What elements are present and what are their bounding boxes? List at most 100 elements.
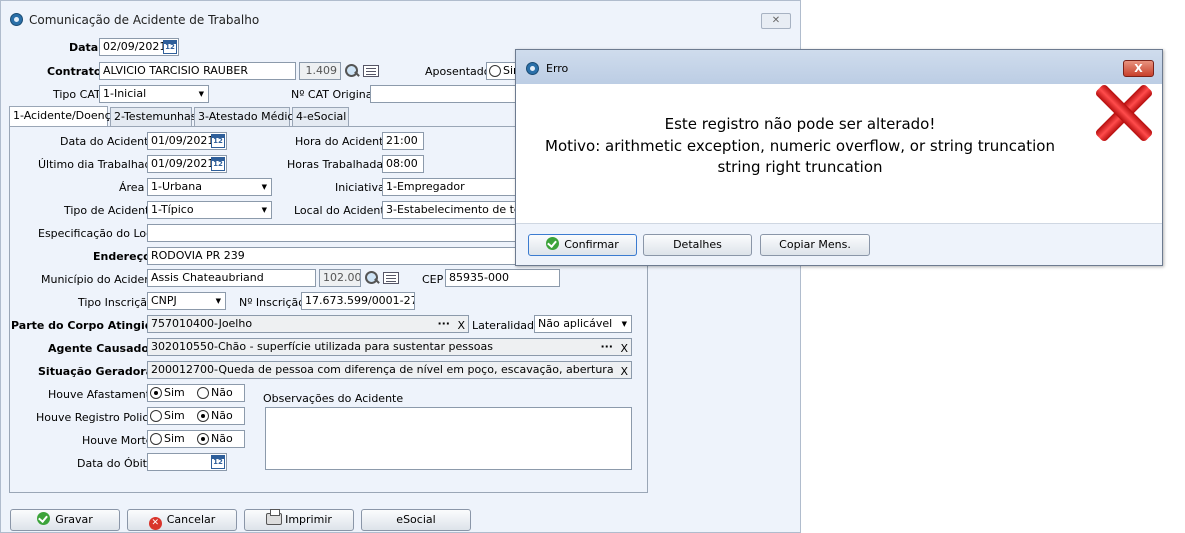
morte-sim-radio[interactable]: [150, 433, 162, 445]
obito-field[interactable]: 12: [147, 453, 227, 471]
area-select[interactable]: 1-Urbana: [147, 178, 272, 196]
tipo-inscricao-select[interactable]: CNPJ: [147, 292, 226, 310]
municipio-label: Município do Acidente: [41, 273, 163, 286]
clear-icon[interactable]: X: [620, 364, 628, 378]
ellipsis-icon[interactable]: ···: [437, 316, 450, 332]
data-acidente-field[interactable]: 01/09/2021 12: [147, 132, 227, 150]
registro-sim-radio[interactable]: [150, 410, 162, 422]
iniciativa-select[interactable]: 1-Empregador: [382, 178, 518, 196]
tipo-cat-label: Tipo CAT: [53, 88, 101, 101]
n-inscricao-field[interactable]: 17.673.599/0001-27: [301, 292, 415, 310]
observacoes-label: Observações do Acidente: [263, 392, 404, 405]
dialog-close-button[interactable]: X: [1123, 60, 1154, 77]
error-line-2: Motivo: arithmetic exception, numeric ov…: [545, 136, 1055, 155]
horas-trab-field[interactable]: 08:00: [382, 155, 424, 173]
registro-nao-radio[interactable]: [197, 410, 209, 422]
local-acidente-label: Local do Acidente: [294, 204, 392, 217]
calendar-icon[interactable]: 12: [211, 134, 225, 148]
municipio-lookup[interactable]: [363, 269, 399, 287]
endereco-field[interactable]: RODOVIA PR 239: [147, 247, 518, 265]
data-field[interactable]: 02/09/2021 12: [99, 38, 179, 56]
parte-corpo-field[interactable]: 757010400-Joelho ··· X: [147, 315, 469, 333]
hora-acidente-field[interactable]: 21:00: [382, 132, 424, 150]
tipo-cat-select[interactable]: 1-Inicial: [99, 85, 209, 103]
detalhes-button[interactable]: Detalhes: [643, 234, 752, 256]
horas-trab-label: Horas Trabalhadas: [287, 158, 389, 171]
contrato-label: Contrato: [47, 65, 102, 78]
cat-original-label: Nº CAT Original: [291, 88, 376, 101]
dialog-footer: Confirmar Detalhes Copiar Mens.: [516, 223, 1162, 265]
situacao-label: Situação Geradora: [38, 365, 154, 378]
cat-original-field[interactable]: [370, 85, 518, 103]
tab-atestado[interactable]: 3-Atestado Médico: [194, 107, 300, 127]
card-icon[interactable]: [383, 272, 399, 284]
registro-label: Houve Registro Policial: [36, 411, 162, 424]
search-icon[interactable]: [343, 62, 361, 80]
title-bar: Comunicação de Acidente de Trabalho ✕: [1, 1, 800, 37]
calendar-icon[interactable]: 12: [211, 157, 225, 171]
agente-field[interactable]: 302010550-Chão - superfície utilizada pa…: [147, 338, 632, 356]
municipio-field[interactable]: Assis Chateaubriand: [147, 269, 316, 287]
cep-field[interactable]: 85935-000: [445, 269, 560, 287]
ultimo-dia-field[interactable]: 01/09/2021 12: [147, 155, 227, 173]
afastamento-sim-radio[interactable]: [150, 387, 162, 399]
esocial-button[interactable]: eSocial: [361, 509, 471, 531]
gravar-button[interactable]: Gravar: [10, 509, 120, 531]
especificacao-label: Especificação do Local: [38, 227, 162, 240]
registro-radio[interactable]: Sim Não: [147, 407, 245, 425]
morte-label: Houve Morte: [82, 434, 153, 447]
afastamento-nao-radio[interactable]: [197, 387, 209, 399]
tipo-acidente-select[interactable]: 1-Típico: [147, 201, 272, 219]
tab-esocial[interactable]: 4-eSocial: [292, 107, 349, 127]
especificacao-field[interactable]: [147, 224, 518, 242]
aposentado-sim-radio[interactable]: [489, 65, 501, 77]
agente-label: Agente Causador: [48, 342, 155, 355]
app-icon: [526, 62, 539, 75]
copiar-button[interactable]: Copiar Mens.: [760, 234, 870, 256]
local-acidente-select[interactable]: 3-Estabelecimento de terce: [382, 201, 518, 219]
clear-icon[interactable]: X: [620, 341, 628, 355]
parte-corpo-label: Parte do Corpo Atingida: [11, 319, 161, 332]
contrato-code-field: 1.409: [299, 62, 341, 80]
n-inscricao-label: Nº Inscrição: [239, 296, 305, 309]
cancelar-button[interactable]: ✕ Cancelar: [127, 509, 237, 531]
clear-icon[interactable]: X: [457, 318, 465, 332]
calendar-icon[interactable]: 12: [211, 455, 225, 469]
calendar-icon[interactable]: 12: [163, 40, 177, 54]
error-dialog: Erro X Este registro não pode ser altera…: [515, 49, 1163, 266]
dialog-title: Erro: [546, 62, 569, 75]
app-icon: [10, 13, 23, 26]
close-window-button[interactable]: ✕: [761, 13, 791, 29]
morte-nao-radio[interactable]: [197, 433, 209, 445]
aposentado-radio[interactable]: Sim: [486, 62, 524, 80]
window-title: Comunicação de Acidente de Trabalho: [29, 13, 260, 27]
tab-testemunhas[interactable]: 2-Testemunhas: [110, 107, 197, 127]
area-label: Área: [119, 181, 145, 194]
afastamento-label: Houve Afastamento: [48, 388, 157, 401]
confirmar-button[interactable]: Confirmar: [528, 234, 637, 256]
error-line-1: Este registro não pode ser alterado!: [664, 115, 936, 133]
afastamento-radio[interactable]: Sim Não: [147, 384, 245, 402]
observacoes-field[interactable]: [265, 407, 632, 470]
morte-radio[interactable]: Sim Não: [147, 430, 245, 448]
situacao-field[interactable]: 200012700-Queda de pessoa com diferença …: [147, 361, 632, 379]
dialog-title-bar: Erro X: [516, 50, 1162, 84]
contrato-field[interactable]: ALVICIO TARCISIO RAUBER: [99, 62, 296, 80]
card-icon[interactable]: [363, 65, 379, 77]
printer-icon: [266, 509, 283, 525]
data-acidente-label: Data do Acidente: [60, 135, 156, 148]
contrato-lookup[interactable]: [343, 62, 379, 80]
tipo-inscricao-label: Tipo Inscrição: [78, 296, 154, 309]
cancel-icon: ✕: [148, 517, 162, 530]
ultimo-dia-label: Último dia Trabalhado: [38, 158, 159, 171]
imprimir-button[interactable]: Imprimir: [244, 509, 354, 531]
municipio-code-field: 102.000: [319, 269, 361, 287]
search-icon[interactable]: [363, 269, 381, 287]
lateralidade-label: Lateralidade: [472, 319, 541, 332]
lateralidade-select[interactable]: Não aplicável: [534, 315, 632, 333]
iniciativa-label: Iniciativa: [335, 181, 385, 194]
tipo-acidente-label: Tipo de Acidente: [64, 204, 157, 217]
tab-acidente[interactable]: 1-Acidente/Doença: [9, 106, 117, 127]
aposentado-label: Aposentado: [425, 65, 491, 78]
ellipsis-icon[interactable]: ···: [600, 339, 613, 355]
